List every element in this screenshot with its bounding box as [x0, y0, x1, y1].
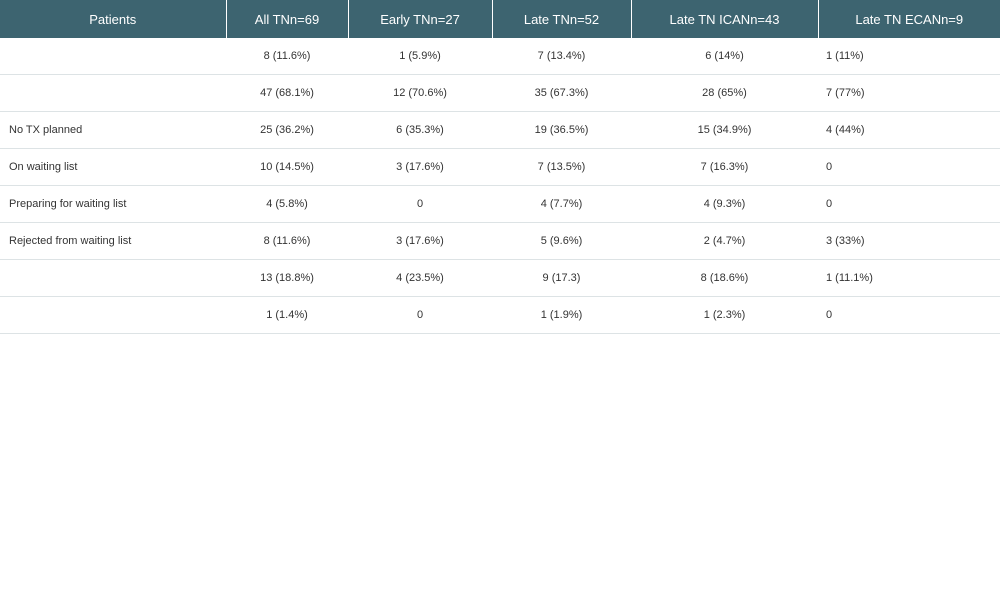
patients-table: Patients All TNn=69 Early TNn=27 Late TN…: [0, 0, 1000, 334]
cell-late-tn-ican: 15 (34.9%): [631, 111, 818, 149]
cell-all-tn: 13 (18.8%): [226, 259, 348, 297]
row-label: [0, 38, 226, 75]
row-label: Rejected from waiting list: [0, 222, 226, 260]
table-row: Preparing for waiting list 4 (5.8%) 0 4 …: [0, 185, 1000, 223]
row-label: Preparing for waiting list: [0, 185, 226, 223]
cell-late-tn-ecan: 3 (33%): [818, 222, 1000, 260]
cell-late-tn-ican: 7 (16.3%): [631, 148, 818, 186]
cell-late-tn: 19 (36.5%): [492, 111, 631, 149]
header-row: Patients All TNn=69 Early TNn=27 Late TN…: [0, 0, 1000, 38]
table-header: Patients All TNn=69 Early TNn=27 Late TN…: [0, 0, 1000, 38]
cell-early-tn: 6 (35.3%): [348, 111, 492, 149]
header-late-tn: Late TNn=52: [492, 0, 632, 38]
row-label: [0, 74, 226, 112]
cell-late-tn-ecan: 0: [818, 296, 1000, 334]
cell-late-tn: 5 (9.6%): [492, 222, 631, 260]
table-body: 8 (11.6%) 1 (5.9%) 7 (13.4%) 6 (14%) 1 (…: [0, 38, 1000, 334]
row-label: No TX planned: [0, 111, 226, 149]
cell-late-tn: 7 (13.5%): [492, 148, 631, 186]
header-early-tn: Early TNn=27: [348, 0, 493, 38]
table-row: No TX planned 25 (36.2%) 6 (35.3%) 19 (3…: [0, 111, 1000, 149]
cell-early-tn: 3 (17.6%): [348, 222, 492, 260]
cell-late-tn-ecan: 0: [818, 185, 1000, 223]
cell-late-tn-ican: 6 (14%): [631, 38, 818, 75]
cell-late-tn-ican: 4 (9.3%): [631, 185, 818, 223]
table-row: On waiting list 10 (14.5%) 3 (17.6%) 7 (…: [0, 148, 1000, 186]
table-row: Rejected from waiting list 8 (11.6%) 3 (…: [0, 222, 1000, 260]
row-label: [0, 259, 226, 297]
cell-all-tn: 4 (5.8%): [226, 185, 348, 223]
cell-all-tn: 10 (14.5%): [226, 148, 348, 186]
cell-late-tn: 7 (13.4%): [492, 38, 631, 75]
cell-early-tn: 1 (5.9%): [348, 38, 492, 75]
cell-late-tn-ecan: 1 (11%): [818, 38, 1000, 75]
table-row: 1 (1.4%) 0 1 (1.9%) 1 (2.3%) 0: [0, 296, 1000, 334]
cell-early-tn: 3 (17.6%): [348, 148, 492, 186]
cell-early-tn: 12 (70.6%): [348, 74, 492, 112]
cell-late-tn-ecan: 4 (44%): [818, 111, 1000, 149]
cell-late-tn: 9 (17.3): [492, 259, 631, 297]
cell-late-tn-ecan: 7 (77%): [818, 74, 1000, 112]
cell-all-tn: 47 (68.1%): [226, 74, 348, 112]
cell-all-tn: 25 (36.2%): [226, 111, 348, 149]
cell-early-tn: 0: [348, 296, 492, 334]
cell-late-tn-ican: 1 (2.3%): [631, 296, 818, 334]
cell-all-tn: 8 (11.6%): [226, 38, 348, 75]
row-label: On waiting list: [0, 148, 226, 186]
table-row: 8 (11.6%) 1 (5.9%) 7 (13.4%) 6 (14%) 1 (…: [0, 38, 1000, 75]
cell-early-tn: 4 (23.5%): [348, 259, 492, 297]
cell-all-tn: 1 (1.4%): [226, 296, 348, 334]
header-late-tn-ican: Late TN ICANn=43: [631, 0, 819, 38]
cell-late-tn: 35 (67.3%): [492, 74, 631, 112]
header-late-tn-ecan: Late TN ECANn=9: [818, 0, 1000, 38]
cell-late-tn-ecan: 1 (11.1%): [818, 259, 1000, 297]
table-row: 13 (18.8%) 4 (23.5%) 9 (17.3) 8 (18.6%) …: [0, 259, 1000, 297]
cell-late-tn-ican: 8 (18.6%): [631, 259, 818, 297]
cell-all-tn: 8 (11.6%): [226, 222, 348, 260]
cell-late-tn: 4 (7.7%): [492, 185, 631, 223]
table-row: 47 (68.1%) 12 (70.6%) 35 (67.3%) 28 (65%…: [0, 74, 1000, 112]
cell-late-tn: 1 (1.9%): [492, 296, 631, 334]
cell-early-tn: 0: [348, 185, 492, 223]
header-all-tn: All TNn=69: [226, 0, 349, 38]
row-label: [0, 296, 226, 334]
cell-late-tn-ican: 28 (65%): [631, 74, 818, 112]
header-patients: Patients: [0, 0, 227, 38]
cell-late-tn-ecan: 0: [818, 148, 1000, 186]
cell-late-tn-ican: 2 (4.7%): [631, 222, 818, 260]
